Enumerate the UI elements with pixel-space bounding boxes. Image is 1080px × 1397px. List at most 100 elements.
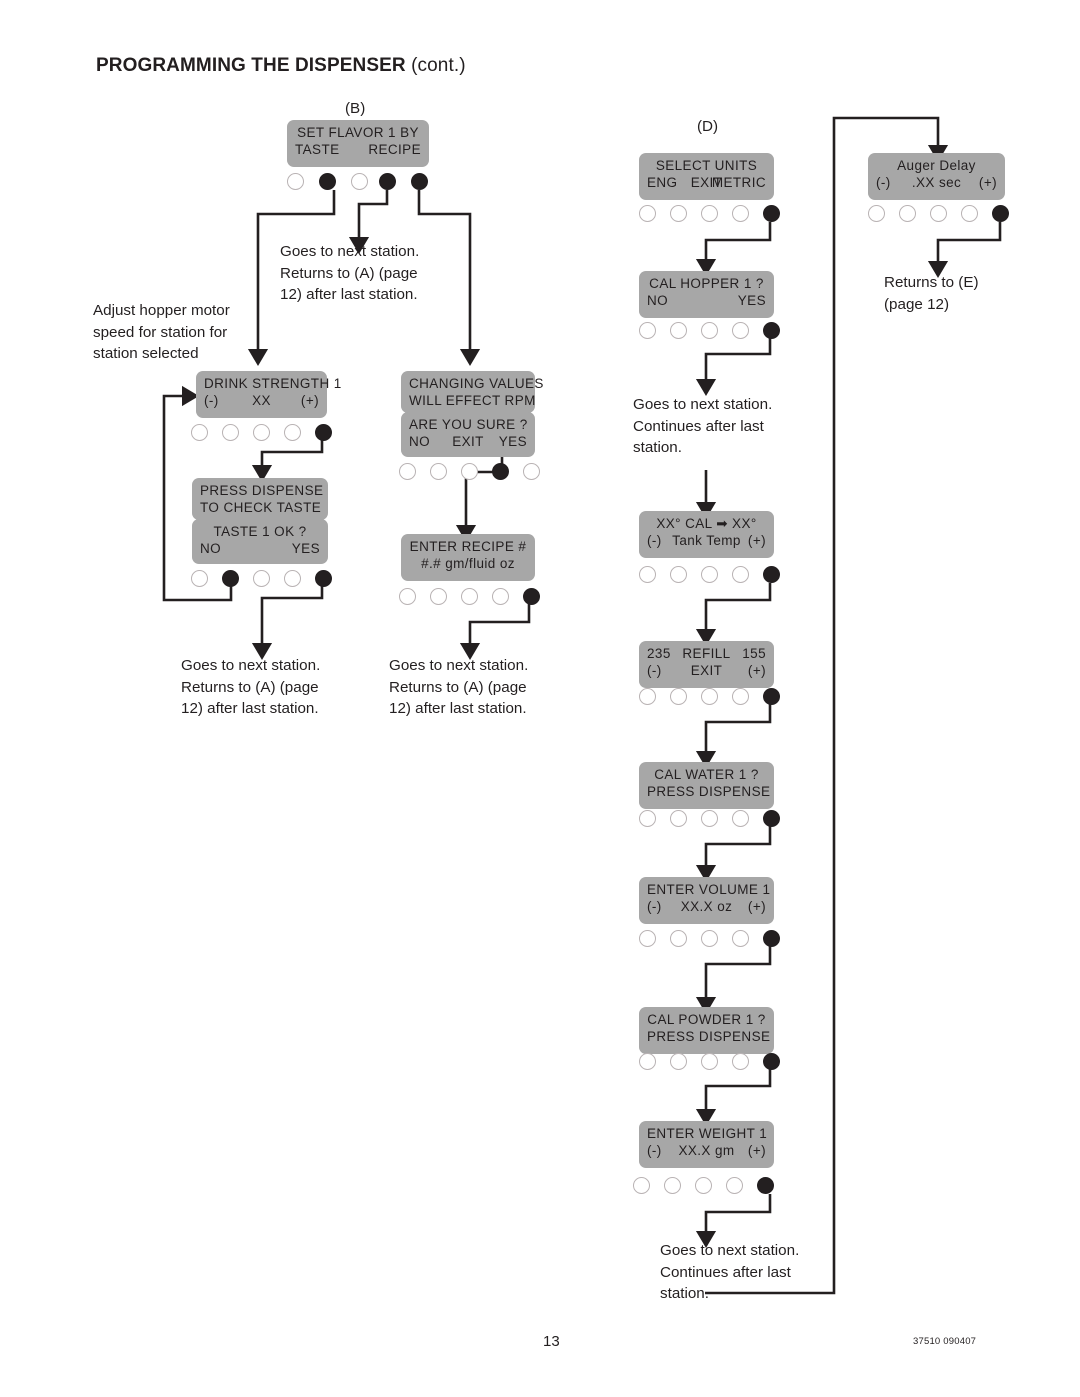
changing-values-screen[interactable]: CHANGING VALUES WILL EFFECT RPM [401, 371, 543, 413]
enter-volume-screen[interactable]: ENTER VOLUME 1 (-) XX.X oz (+) [639, 877, 774, 924]
auger-delay-button-5[interactable] [992, 205, 1009, 222]
cal-powder-button-5[interactable] [763, 1053, 780, 1070]
taste-ok-button-5[interactable] [315, 570, 332, 587]
enter-recipe-button-5[interactable] [523, 588, 540, 605]
enter-volume-button-2[interactable] [670, 930, 687, 947]
enter-volume-buttons[interactable] [639, 930, 781, 947]
enter-weight-screen[interactable]: ENTER WEIGHT 1 (-) XX.X gm (+) [639, 1121, 774, 1168]
auger-delay-button-4[interactable] [961, 205, 978, 222]
enter-weight-button-1[interactable] [633, 1177, 650, 1194]
enter-volume-button-5[interactable] [763, 930, 780, 947]
auger-delay-screen[interactable]: Auger Delay (-) .XX sec (+) [868, 153, 1005, 200]
enter-recipe-button-3[interactable] [461, 588, 478, 605]
set-flavor-screen[interactable]: SET FLAVOR 1 BY TASTE RECIPE [287, 120, 429, 167]
enter-recipe-button-1[interactable] [399, 588, 416, 605]
drink-strength-button-1[interactable] [191, 424, 208, 441]
select-units-button-3[interactable] [701, 205, 718, 222]
drink-strength-screen[interactable]: DRINK STRENGTH 1 (-) XX (+) [196, 371, 341, 418]
cal-hopper-button-1[interactable] [639, 322, 656, 339]
refill-screen[interactable]: 235 REFILL 155 (-) EXIT (+) [639, 641, 774, 688]
cal-powder-button-3[interactable] [701, 1053, 718, 1070]
are-you-sure-screen[interactable]: ARE YOU SURE ? NO EXIT YES [401, 412, 535, 457]
tank-temp-button-4[interactable] [732, 566, 749, 583]
cal-hopper-button-5[interactable] [763, 322, 780, 339]
set-flavor-button-2[interactable] [319, 173, 336, 190]
cal-powder-button-1[interactable] [639, 1053, 656, 1070]
enter-weight-button-4[interactable] [726, 1177, 743, 1194]
are-you-sure-button-3[interactable] [461, 463, 478, 480]
cal-water-buttons[interactable] [639, 810, 781, 827]
select-units-button-4[interactable] [732, 205, 749, 222]
tank-temp-button-2[interactable] [670, 566, 687, 583]
cal-hopper-screen[interactable]: CAL HOPPER 1 ? NO YES [639, 271, 774, 318]
tank-temp-button-3[interactable] [701, 566, 718, 583]
press-dispense-screen[interactable]: PRESS DISPENSE TO CHECK TASTE [192, 478, 328, 520]
cal-hopper-buttons[interactable] [639, 322, 781, 339]
cal-water-button-1[interactable] [639, 810, 656, 827]
refill-buttons[interactable] [639, 688, 781, 705]
auger-delay-buttons[interactable] [868, 205, 1010, 222]
are-you-sure-button-4[interactable] [492, 463, 509, 480]
drink-strength-button-3[interactable] [253, 424, 270, 441]
enter-weight-button-5[interactable] [757, 1177, 774, 1194]
refill-button-5[interactable] [763, 688, 780, 705]
refill-button-1[interactable] [639, 688, 656, 705]
select-units-buttons[interactable] [639, 205, 781, 222]
taste-ok-button-3[interactable] [253, 570, 270, 587]
drink-strength-button-5[interactable] [315, 424, 332, 441]
cal-powder-screen[interactable]: CAL POWDER 1 ? PRESS DISPENSE [639, 1007, 774, 1054]
enter-recipe-screen[interactable]: ENTER RECIPE # #.# gm/fluid oz [401, 534, 535, 581]
taste-ok-button-4[interactable] [284, 570, 301, 587]
select-units-button-5[interactable] [763, 205, 780, 222]
cal-hopper-button-2[interactable] [670, 322, 687, 339]
enter-volume-button-1[interactable] [639, 930, 656, 947]
cal-hopper-button-4[interactable] [732, 322, 749, 339]
are-you-sure-button-2[interactable] [430, 463, 447, 480]
cal-water-button-5[interactable] [763, 810, 780, 827]
enter-recipe-button-4[interactable] [492, 588, 509, 605]
tank-temp-button-5[interactable] [763, 566, 780, 583]
set-flavor-button-3[interactable] [351, 173, 368, 190]
select-units-button-1[interactable] [639, 205, 656, 222]
select-units-button-2[interactable] [670, 205, 687, 222]
taste-ok-button-2[interactable] [222, 570, 239, 587]
auger-delay-button-3[interactable] [930, 205, 947, 222]
set-flavor-button-4[interactable] [379, 173, 396, 190]
cal-water-button-3[interactable] [701, 810, 718, 827]
tank-temp-screen[interactable]: XX° CAL ➡ XX° (-) Tank Temp (+) [639, 511, 774, 558]
enter-volume-button-3[interactable] [701, 930, 718, 947]
enter-recipe-buttons[interactable] [399, 588, 541, 605]
taste-ok-screen[interactable]: TASTE 1 OK ? NO YES [192, 519, 328, 564]
cal-water-button-2[interactable] [670, 810, 687, 827]
drink-strength-buttons[interactable] [191, 424, 333, 441]
refill-button-3[interactable] [701, 688, 718, 705]
enter-weight-button-3[interactable] [695, 1177, 712, 1194]
are-you-sure-button-5[interactable] [523, 463, 540, 480]
refill-button-2[interactable] [670, 688, 687, 705]
refill-button-4[interactable] [732, 688, 749, 705]
cal-powder-buttons[interactable] [639, 1053, 781, 1070]
drink-strength-button-2[interactable] [222, 424, 239, 441]
cal-powder-button-4[interactable] [732, 1053, 749, 1070]
drink-strength-button-4[interactable] [284, 424, 301, 441]
tank-temp-button-1[interactable] [639, 566, 656, 583]
select-units-screen[interactable]: SELECT UNITS ENG EXIT METRIC [639, 153, 774, 200]
auger-delay-button-1[interactable] [868, 205, 885, 222]
cal-water-screen[interactable]: CAL WATER 1 ? PRESS DISPENSE [639, 762, 774, 809]
cal-powder-button-2[interactable] [670, 1053, 687, 1070]
set-flavor-buttons[interactable] [287, 173, 431, 190]
auger-delay-button-2[interactable] [899, 205, 916, 222]
tank-temp-buttons[interactable] [639, 566, 781, 583]
enter-weight-buttons[interactable] [633, 1177, 775, 1194]
set-flavor-button-5[interactable] [411, 173, 428, 190]
taste-ok-buttons[interactable] [191, 570, 333, 587]
cal-hopper-button-3[interactable] [701, 322, 718, 339]
cal-water-button-4[interactable] [732, 810, 749, 827]
are-you-sure-buttons[interactable] [399, 463, 541, 480]
enter-recipe-button-2[interactable] [430, 588, 447, 605]
enter-volume-button-4[interactable] [732, 930, 749, 947]
are-you-sure-button-1[interactable] [399, 463, 416, 480]
enter-weight-button-2[interactable] [664, 1177, 681, 1194]
set-flavor-button-1[interactable] [287, 173, 304, 190]
taste-ok-button-1[interactable] [191, 570, 208, 587]
